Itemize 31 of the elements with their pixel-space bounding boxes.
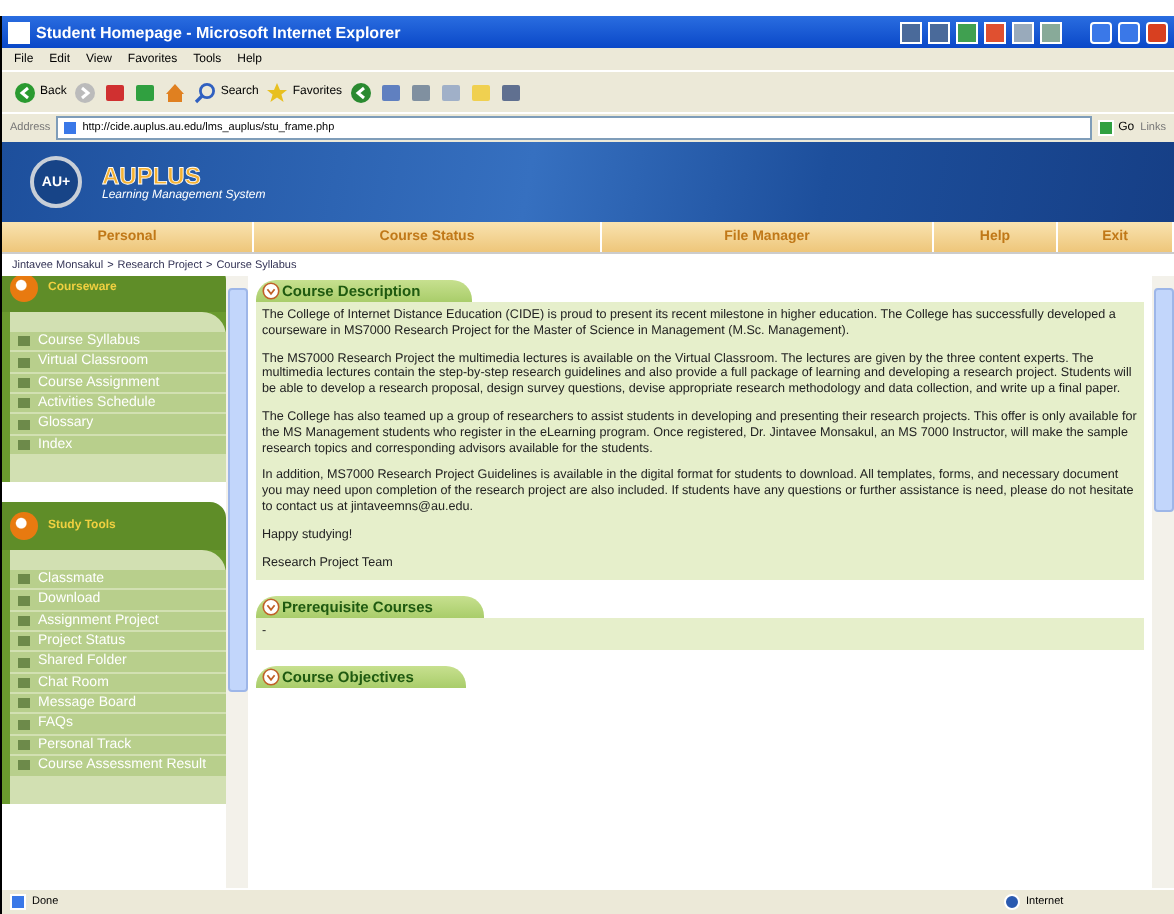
close-button[interactable] <box>1146 21 1168 43</box>
toolbar-button[interactable] <box>440 81 463 103</box>
search-icon <box>194 81 217 103</box>
page-icon <box>62 120 79 136</box>
toolbar-button[interactable] <box>74 81 97 103</box>
tray-icon <box>1012 21 1034 43</box>
toolbar-button[interactable] <box>500 81 523 103</box>
scrollbar[interactable] <box>226 276 248 888</box>
toolbar-button[interactable] <box>164 81 187 103</box>
maximize-button[interactable] <box>1118 21 1140 43</box>
tray-icon <box>984 21 1006 43</box>
section-icon <box>262 668 280 687</box>
section-icon <box>10 276 38 302</box>
globe-icon <box>1004 894 1020 910</box>
section-icon <box>10 512 38 541</box>
page-icon <box>10 894 26 910</box>
scrollbar[interactable] <box>1152 276 1174 888</box>
star-icon <box>266 81 289 103</box>
minimize-button[interactable] <box>1090 21 1112 43</box>
logo: AUPLUS <box>102 162 201 190</box>
app-icon <box>8 21 30 43</box>
tray-icon <box>1040 21 1062 43</box>
home-icon <box>164 81 187 103</box>
tray-icon <box>956 21 978 43</box>
document-icon <box>500 81 523 103</box>
tray-icon <box>928 21 950 43</box>
tray-icon <box>900 21 922 43</box>
section-icon <box>262 282 280 300</box>
window-title: Student Homepage - Microsoft Internet Explorer <box>36 23 403 41</box>
section-icon <box>262 598 280 617</box>
document-icon <box>440 81 463 103</box>
